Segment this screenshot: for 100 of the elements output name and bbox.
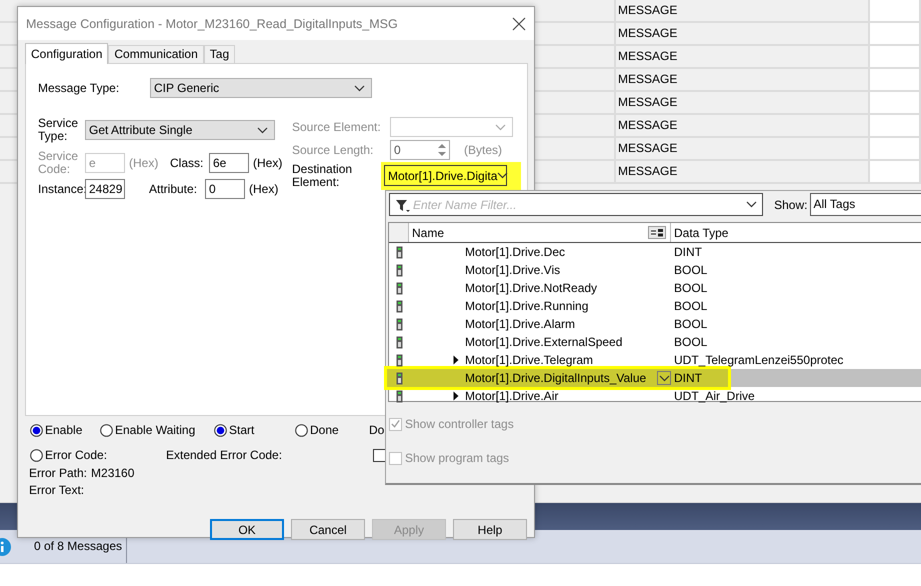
window-title: Message Configuration - Motor_M23160_Read_DigitalInputs_MSG [26,16,398,30]
unit-label: (Hex) [252,156,282,170]
ok-button[interactable]: OK [210,519,284,540]
grid-cell: MESSAGE [616,115,870,138]
data-type: BOOL [673,334,708,351]
tag-icon [396,390,402,402]
tag-icon [396,336,402,348]
grid-cell: MESSAGE [616,23,870,46]
data-type: UDT_Air_Drive [673,388,756,405]
tag-name: Motor[1].Drive.Vis [465,263,562,277]
tag-icon [396,246,402,258]
status-label: Done [310,423,339,437]
field-label: Destination Element: [292,163,354,189]
destination-element-dropdown[interactable]: Motor[1].Drive.Digita [384,165,507,186]
chevron-icon [495,124,506,130]
data-type: DINT [673,370,703,387]
instance-field[interactable]: 24829 [85,179,125,199]
field-label: Instance: [38,182,85,196]
status-label: Enable Waiting [115,423,196,437]
dropdown-button[interactable] [657,371,671,385]
field-label: Service Code: [38,150,80,176]
close-icon[interactable] [512,16,526,30]
grid-cell: MESSAGE [616,46,870,69]
tag-row[interactable]: Motor[1].Drive.Dec DINT [389,243,921,261]
radio-button[interactable] [30,448,43,462]
message-type-dropdown[interactable]: CIP Generic [150,78,372,98]
grid-cell [870,138,921,161]
field-label: Error Path: [29,465,88,481]
tag-icon [396,264,402,276]
field-label: Service Type: [38,117,80,143]
header-text: Name [412,226,444,240]
tag-name: Motor[1].Drive.NotReady [465,281,598,295]
name-filter-field[interactable]: Enter Name Filter... [389,193,764,216]
field-label: Message Type: [38,81,120,95]
tab[interactable]: Tag [204,45,236,63]
field-value: M23160 [91,465,134,481]
tag-name: Motor[1].Drive.ExternalSpeed [465,335,624,349]
status-label: Start [229,423,254,437]
grid-cell: MESSAGE [616,69,870,92]
tag-row[interactable]: Motor[1].Drive.Vis BOOL [389,261,921,279]
data-type: BOOL [673,316,708,333]
tag-row[interactable]: Motor[1].Drive.Alarm BOOL [389,315,921,333]
radio-button[interactable] [100,424,113,436]
tab[interactable]: Communication [108,45,204,63]
info-icon [0,536,12,556]
tag-icon [396,282,402,294]
tag-icon [396,318,402,330]
grid-cell: MESSAGE [616,0,870,23]
field-label: Class: [170,156,204,170]
radio-button[interactable] [30,424,43,436]
tag-row[interactable]: Motor[1].Drive.ExternalSpeed BOOL [389,333,921,351]
status-label: Enable [45,423,82,437]
field-label: Show: [774,198,808,212]
grid-cell [870,23,921,46]
grid-cell: MESSAGE [616,161,870,184]
tag-name: Motor[1].Drive.DigitalInputs_Value [465,371,648,385]
data-type: BOOL [673,298,708,315]
unit-label: (Hex) [248,182,278,196]
radio-button[interactable] [295,424,308,436]
chevron-icon [257,126,268,134]
status-label: Error Code: [45,448,108,462]
column-header: Data Type [673,224,730,242]
show-dropdown[interactable]: All Tags [810,193,921,216]
attribute-field[interactable]: 0 [205,179,245,199]
chevron-icon [354,84,365,92]
data-type: UDT_TelegramLenzei550protec [673,352,844,369]
tag-row[interactable]: Motor[1].Drive.Running BOOL [389,297,921,315]
service-type-dropdown[interactable]: Get Attribute Single [85,120,275,140]
tag-row[interactable]: Motor[1].Drive.Air UDT_Air_Drive [389,387,921,405]
grid-cell [870,46,921,69]
tab[interactable]: Configuration [25,43,108,64]
expand-icon[interactable] [453,391,459,401]
status-label: Do [369,423,384,437]
field-label: Source Length: [292,143,374,157]
tag-name: Motor[1].Drive.Telegram [465,353,594,367]
tag-name: Motor[1].Drive.Running [465,299,590,313]
data-type: BOOL [673,262,708,279]
expand-icon[interactable] [453,355,459,365]
tag-name: Motor[1].Drive.Air [465,389,560,403]
name-filter-input[interactable]: Enter Name Filter... [413,198,738,212]
dialog-button[interactable]: Help [453,519,527,540]
chevron-icon [658,374,670,382]
data-type: DINT [673,244,703,261]
field-label: Attribute: [149,182,198,196]
checkbox-label: Show controller tags [405,417,514,431]
class-field[interactable]: 6e [209,153,249,173]
grid-cell [870,0,921,23]
dialog-button[interactable]: Cancel [291,519,365,540]
chevron-icon [746,201,758,208]
tag-name: Motor[1].Drive.Alarm [465,317,576,331]
chevron-icon [497,172,508,179]
checkbox[interactable] [373,448,386,462]
tag-row[interactable]: Motor[1].Drive.Telegram UDT_TelegramLenzei550protec [389,351,921,369]
column-options-icon [648,226,666,239]
tag-name: Motor[1].Drive.Dec [465,245,566,259]
grid-cell [870,115,921,138]
status-label: Extended Error Code: [166,448,282,462]
data-type: BOOL [673,280,708,297]
tag-row[interactable]: Motor[1].Drive.NotReady BOOL [389,279,921,297]
radio-button[interactable] [214,424,227,436]
